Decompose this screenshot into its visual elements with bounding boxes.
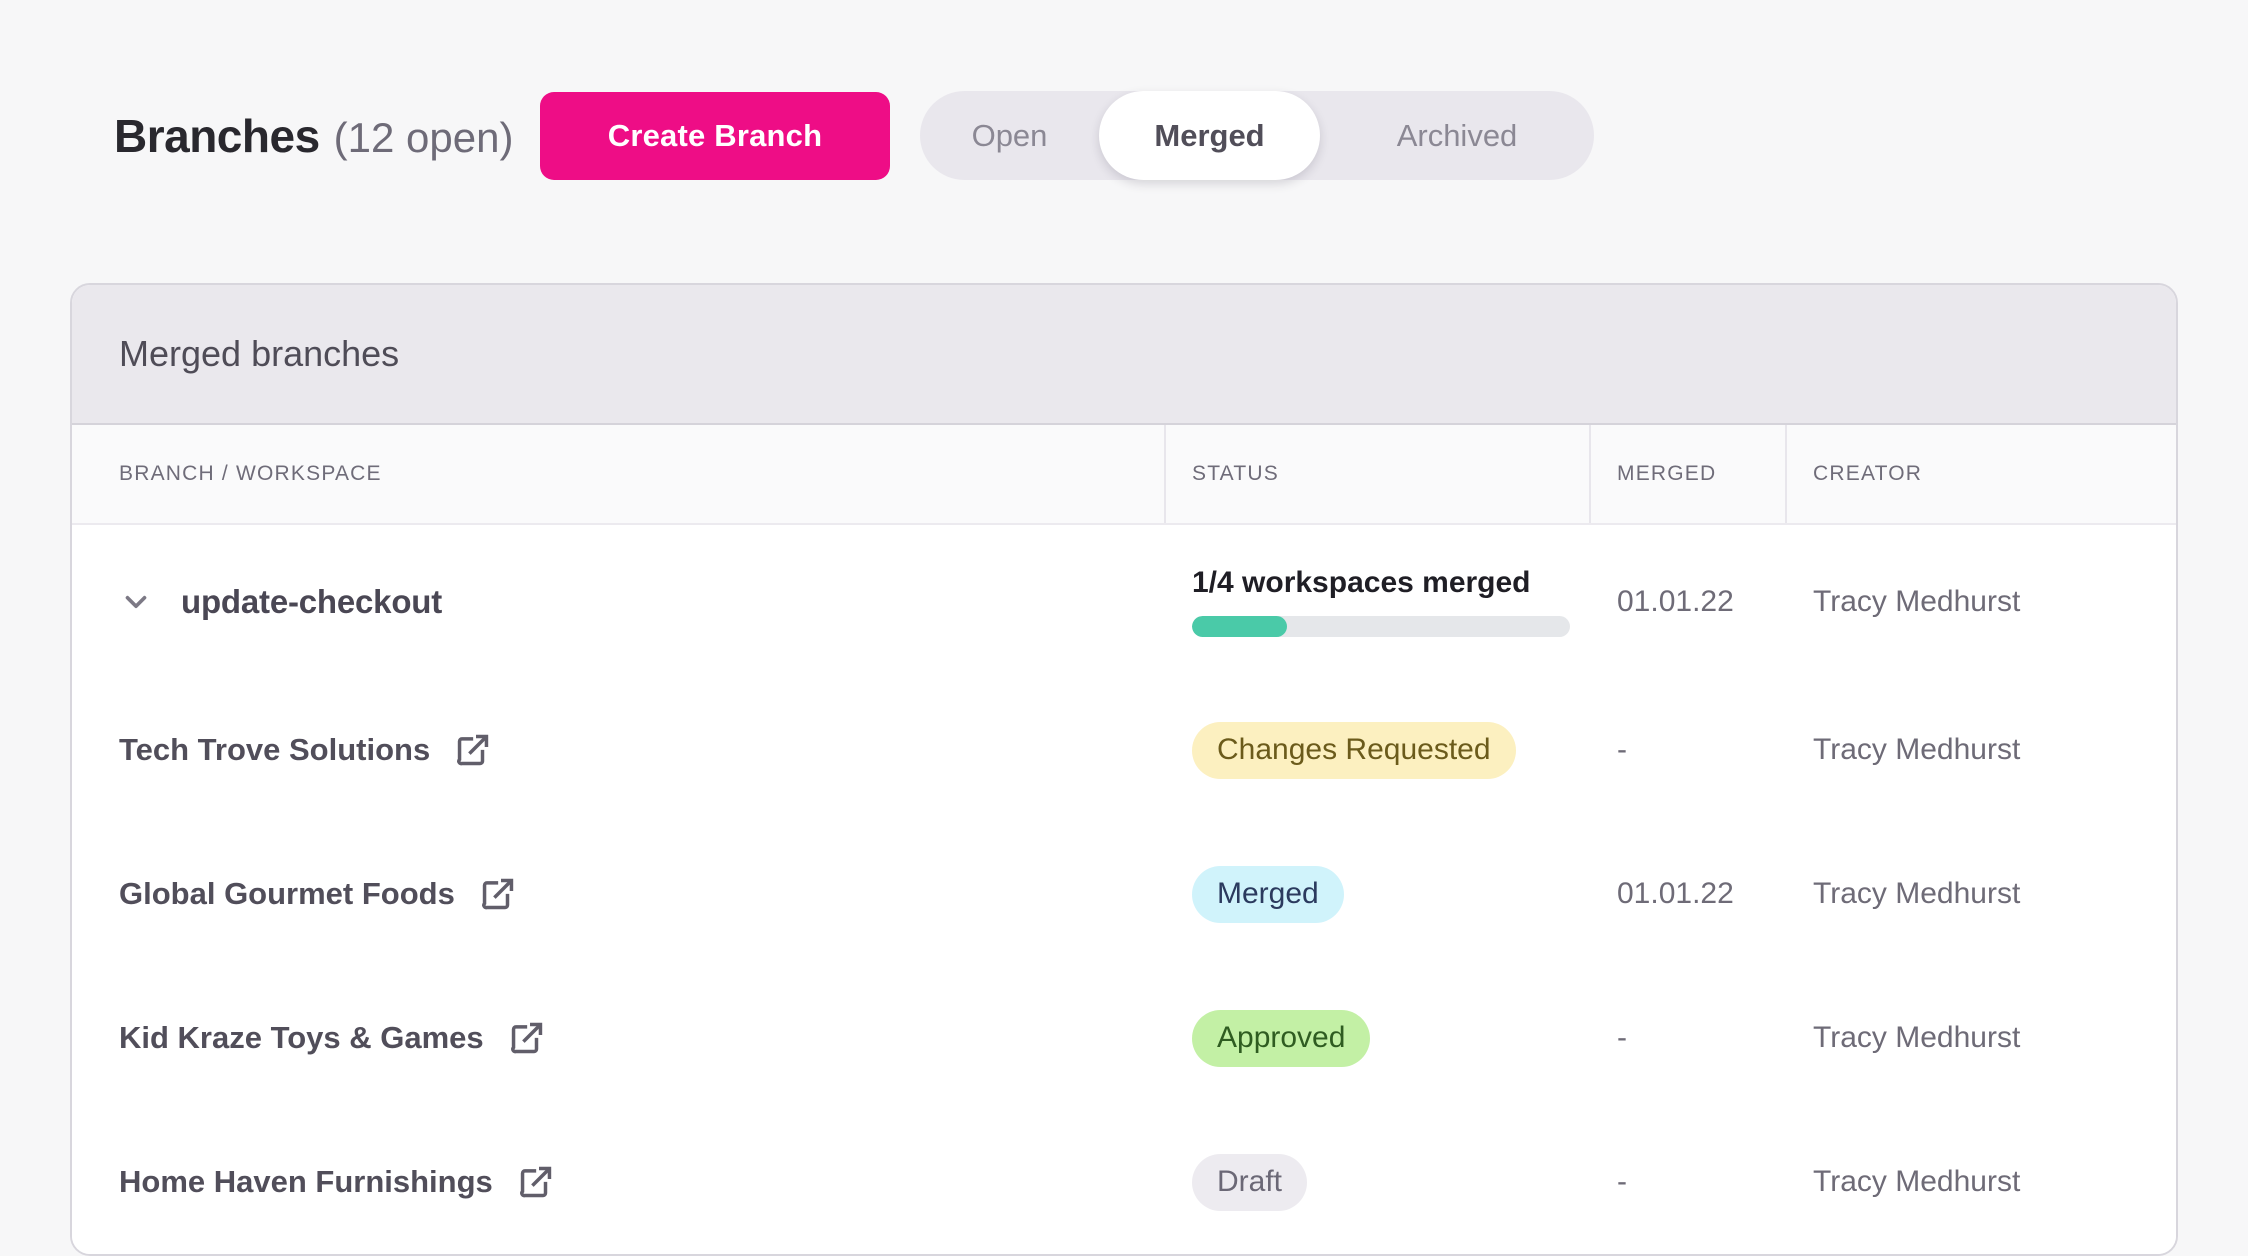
external-link-icon[interactable] [479, 875, 517, 913]
workspace-creator-cell: Tracy Medhurst [1787, 966, 2176, 1110]
workspace-name-cell: Home Haven Furnishings [72, 1110, 1166, 1254]
branch-merged-cell: 01.01.22 [1591, 525, 1787, 678]
workspace-merged-cell: - [1591, 966, 1787, 1110]
chevron-down-icon[interactable] [119, 585, 153, 619]
workspace-name: Home Haven Furnishings [119, 1164, 493, 1200]
workspace-creator-cell: Tracy Medhurst [1787, 678, 2176, 822]
external-link-icon[interactable] [508, 1019, 546, 1057]
merge-progress-label: 1/4 workspaces merged [1192, 566, 1570, 600]
workspace-name-cell: Tech Trove Solutions [72, 678, 1166, 822]
merged-date: 01.01.22 [1617, 877, 1734, 911]
status-badge: Approved [1192, 1010, 1370, 1067]
column-header-status: STATUS [1166, 425, 1591, 523]
branch-creator-cell: Tracy Medhurst [1787, 525, 2176, 678]
creator-name: Tracy Medhurst [1813, 877, 2020, 911]
create-branch-button[interactable]: Create Branch [540, 92, 890, 180]
creator-name: Tracy Medhurst [1813, 1165, 2020, 1199]
page-title: Branches [114, 109, 320, 163]
workspace-status-cell: Approved [1166, 966, 1591, 1110]
external-link-icon[interactable] [517, 1163, 555, 1201]
status-badge: Merged [1192, 866, 1344, 923]
workspace-name: Global Gourmet Foods [119, 876, 455, 912]
progress-bar-fill [1192, 616, 1287, 637]
merged-date: 01.01.22 [1617, 585, 1734, 619]
workspace-merged-cell: - [1591, 1110, 1787, 1254]
table-header-row: BRANCH / WORKSPACE STATUS MERGED CREATOR [72, 425, 2176, 525]
workspace-merged-cell: - [1591, 678, 1787, 822]
branch-row[interactable]: update-checkout 1/4 workspaces merged 01… [72, 525, 2176, 678]
workspace-status-cell: Merged [1166, 822, 1591, 966]
table-row[interactable]: Tech Trove Solutions Changes Requested -… [72, 678, 2176, 822]
column-header-merged: MERGED [1591, 425, 1787, 523]
branch-name: update-checkout [181, 583, 442, 621]
merged-date: - [1617, 1165, 1627, 1199]
merged-date: - [1617, 733, 1627, 767]
workspace-name-cell: Global Gourmet Foods [72, 822, 1166, 966]
branches-page: Branches (12 open) Create Branch Open Me… [0, 0, 2248, 1226]
tab-archived[interactable]: Archived [1320, 91, 1594, 180]
branch-filter-tabs: Open Merged Archived [920, 91, 1594, 180]
page-title-group: Branches (12 open) [114, 109, 540, 163]
branch-name-cell: update-checkout [72, 525, 1166, 678]
external-link-icon[interactable] [454, 731, 492, 769]
column-header-branch-workspace: BRANCH / WORKSPACE [72, 425, 1166, 523]
open-count-label: (12 open) [334, 114, 514, 162]
merged-date: - [1617, 1021, 1627, 1055]
tab-open[interactable]: Open [920, 91, 1099, 180]
table-row[interactable]: Global Gourmet Foods Merged 01.01.22 Tra… [72, 822, 2176, 966]
branch-status-cell: 1/4 workspaces merged [1166, 525, 1591, 678]
workspace-name: Tech Trove Solutions [119, 732, 430, 768]
card-title: Merged branches [119, 333, 399, 375]
merged-branches-card: Merged branches BRANCH / WORKSPACE STATU… [70, 283, 2178, 1256]
workspace-name-cell: Kid Kraze Toys & Games [72, 966, 1166, 1110]
workspace-merged-cell: 01.01.22 [1591, 822, 1787, 966]
workspace-status-cell: Draft [1166, 1110, 1591, 1254]
workspace-status-cell: Changes Requested [1166, 678, 1591, 822]
creator-name: Tracy Medhurst [1813, 733, 2020, 767]
topbar: Branches (12 open) Create Branch Open Me… [70, 91, 2178, 180]
creator-name: Tracy Medhurst [1813, 585, 2020, 619]
progress-bar [1192, 616, 1570, 637]
tab-merged[interactable]: Merged [1099, 91, 1320, 180]
creator-name: Tracy Medhurst [1813, 1021, 2020, 1055]
workspace-creator-cell: Tracy Medhurst [1787, 1110, 2176, 1254]
table-row[interactable]: Kid Kraze Toys & Games Approved - Tracy … [72, 966, 2176, 1110]
merge-progress: 1/4 workspaces merged [1192, 566, 1570, 637]
workspace-creator-cell: Tracy Medhurst [1787, 822, 2176, 966]
column-header-creator: CREATOR [1787, 425, 2176, 523]
status-badge: Changes Requested [1192, 722, 1516, 779]
card-header: Merged branches [72, 285, 2176, 425]
workspace-name: Kid Kraze Toys & Games [119, 1020, 484, 1056]
status-badge: Draft [1192, 1154, 1307, 1211]
table-row[interactable]: Home Haven Furnishings Draft - Tracy Med… [72, 1110, 2176, 1254]
